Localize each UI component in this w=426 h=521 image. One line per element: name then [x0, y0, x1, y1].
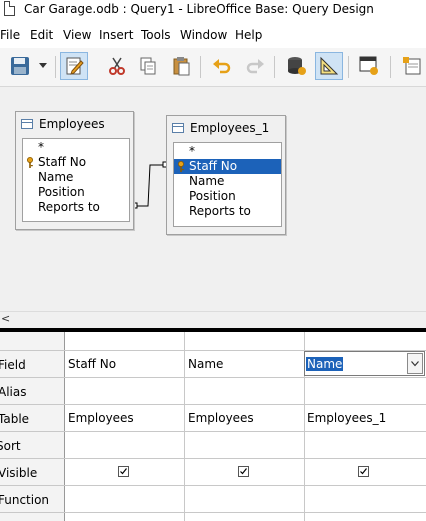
document-icon — [4, 1, 15, 16]
chevron-down-icon[interactable] — [407, 353, 423, 374]
query-grid[interactable]: Field Alias Table Sort Visible Function … — [0, 332, 426, 521]
field-list[interactable]: * Staff No Name Position Reports to — [173, 142, 282, 227]
toolbar-separator — [390, 56, 391, 78]
menu-window[interactable]: Window — [180, 28, 227, 42]
row-label-field: Field — [0, 358, 26, 372]
add-field-icon[interactable] — [400, 52, 424, 80]
field-item[interactable]: Name — [174, 174, 281, 189]
table-window-employees[interactable]: Employees * Staff No Name Position Repor… — [15, 111, 134, 230]
field-item-selected[interactable]: Staff No — [174, 159, 281, 174]
menu-tools[interactable]: Tools — [141, 28, 171, 42]
table-icon — [21, 119, 33, 129]
menu-view[interactable]: View — [63, 28, 91, 42]
design-view-icon[interactable] — [315, 52, 343, 80]
toolbar-separator — [348, 56, 349, 78]
primary-key-icon — [178, 161, 184, 172]
cut-icon[interactable] — [103, 52, 131, 80]
dropdown-arrow-icon[interactable] — [35, 52, 51, 80]
visible-checkbox[interactable] — [118, 466, 129, 477]
toolbar-separator — [55, 56, 56, 78]
field-item[interactable]: * — [174, 144, 281, 159]
grid-cell-field[interactable]: Staff No — [68, 357, 116, 371]
row-label-visible: Visible — [0, 466, 38, 480]
visible-checkbox[interactable] — [238, 466, 249, 477]
field-item[interactable]: Position — [174, 189, 281, 204]
copy-icon[interactable] — [134, 52, 162, 80]
grid-divider — [0, 404, 426, 405]
grid-divider — [0, 512, 426, 513]
field-list[interactable]: * Staff No Name Position Reports to — [22, 138, 130, 222]
title-bar: Car Garage.odb : Query1 - LibreOffice Ba… — [0, 0, 426, 20]
toolbar-separator — [274, 56, 275, 78]
field-item[interactable]: Reports to — [23, 200, 129, 215]
row-label-function: Function — [0, 493, 50, 507]
add-table-icon[interactable] — [355, 52, 383, 80]
grid-cell-table[interactable]: Employees — [188, 411, 254, 425]
scroll-left-icon[interactable]: < — [1, 312, 10, 325]
run-query-icon[interactable] — [282, 52, 310, 80]
undo-icon[interactable] — [208, 52, 236, 80]
field-item[interactable]: Name — [23, 170, 129, 185]
field-item[interactable]: Position — [23, 185, 129, 200]
table-window-title[interactable]: Employees — [16, 112, 133, 136]
row-label-table: Table — [0, 412, 30, 426]
edit-mode-icon[interactable] — [60, 52, 88, 80]
menu-bar: File Edit View Insert Tools Window Help — [0, 25, 426, 46]
paste-icon[interactable] — [167, 52, 195, 80]
grid-divider — [0, 458, 426, 459]
grid-cell-table[interactable]: Employees_1 — [307, 411, 386, 425]
grid-cell-field[interactable]: Name — [188, 357, 223, 371]
query-design-area[interactable]: Employees * Staff No Name Position Repor… — [0, 87, 426, 311]
table-icon — [172, 123, 184, 133]
primary-key-icon — [27, 157, 33, 168]
toolbar — [0, 48, 426, 87]
visible-checkbox[interactable] — [358, 466, 369, 477]
table-window-title[interactable]: Employees_1 — [167, 116, 285, 140]
table-window-employees-1[interactable]: Employees_1 * Staff No Name Position Rep… — [166, 115, 286, 235]
table-name: Employees — [39, 117, 105, 131]
menu-insert[interactable]: Insert — [99, 28, 133, 42]
redo-icon[interactable] — [241, 52, 269, 80]
field-item[interactable]: Reports to — [174, 204, 281, 219]
row-label-sort: Sort — [0, 439, 21, 453]
toolbar-separator — [200, 56, 201, 78]
grid-cell-table[interactable]: Employees — [68, 411, 134, 425]
field-combo-box[interactable]: Name — [304, 351, 425, 376]
menu-edit[interactable]: Edit — [30, 28, 53, 42]
grid-divider — [64, 332, 65, 521]
grid-divider — [0, 431, 426, 432]
menu-file[interactable]: File — [0, 28, 20, 42]
row-label-alias: Alias — [0, 385, 27, 399]
table-name: Employees_1 — [190, 121, 270, 135]
grid-divider — [0, 377, 426, 378]
grid-divider — [0, 485, 426, 486]
field-item[interactable]: Staff No — [23, 155, 129, 170]
field-item[interactable]: * — [23, 140, 129, 155]
save-icon[interactable] — [6, 52, 34, 80]
grid-divider — [184, 332, 185, 521]
window-title: Car Garage.odb : Query1 - LibreOffice Ba… — [24, 2, 374, 16]
horizontal-scrollbar[interactable]: < — [0, 311, 426, 329]
menu-help[interactable]: Help — [235, 28, 262, 42]
field-combo-value[interactable]: Name — [306, 357, 344, 371]
